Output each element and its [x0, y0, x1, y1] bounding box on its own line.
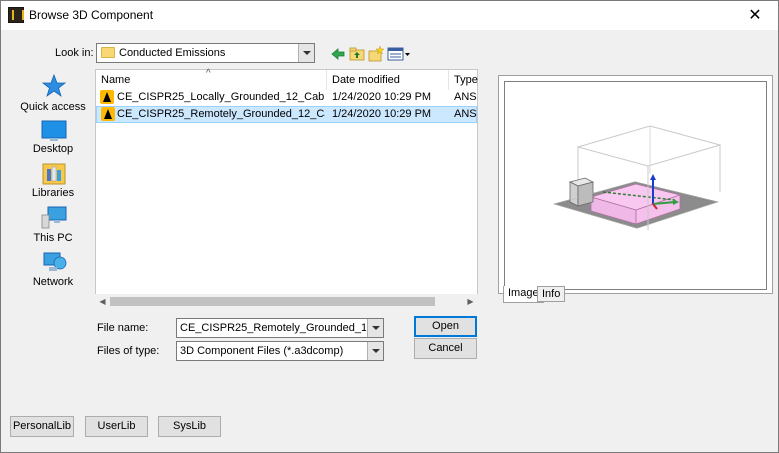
- tab-info[interactable]: Info: [537, 286, 566, 302]
- look-in-dropdown[interactable]: Conducted Emissions: [96, 43, 315, 63]
- file-type-cell: ANSY: [454, 91, 477, 103]
- file-name-label: File name:: [97, 322, 149, 334]
- column-header-type[interactable]: Type: [449, 70, 479, 90]
- place-libraries[interactable]: Libraries: [17, 161, 89, 201]
- place-label: Desktop: [32, 143, 74, 155]
- browse-3d-component-dialog: Browse 3D Component ✕ Look in: Conducted…: [0, 0, 779, 453]
- column-header-name[interactable]: Name ^: [96, 68, 327, 90]
- file-type-label: Files of type:: [97, 345, 160, 357]
- place-label: This PC: [33, 232, 73, 244]
- sort-ascending-icon: ^: [206, 68, 211, 79]
- file-name-combo[interactable]: CE_CISPR25_Remotely_Grounded_12_Cables: [176, 318, 384, 338]
- look-in-value: Conducted Emissions: [119, 47, 226, 59]
- place-label: Quick access: [20, 101, 86, 113]
- star-icon: [41, 73, 67, 98]
- user-lib-button[interactable]: UserLib: [85, 416, 148, 437]
- 3d-component-preview: [553, 125, 722, 230]
- file-type-combo[interactable]: 3D Component Files (*.a3dcomp): [176, 341, 384, 361]
- chevron-down-icon[interactable]: [298, 44, 314, 62]
- file-date-cell: 1/24/2020 10:29 PM: [332, 108, 432, 120]
- place-quick-access[interactable]: Quick access: [17, 71, 89, 115]
- network-icon: [43, 252, 67, 271]
- column-header-date[interactable]: Date modified: [327, 70, 449, 90]
- folder-icon: [101, 47, 115, 58]
- close-button[interactable]: ✕: [732, 1, 778, 30]
- back-arrow-icon[interactable]: [329, 45, 347, 63]
- file-type-value: 3D Component Files (*.a3dcomp): [180, 345, 344, 357]
- ansys-file-icon: [100, 90, 114, 104]
- view-menu-icon[interactable]: [387, 45, 411, 63]
- preview-image: [504, 81, 767, 290]
- title-bar: Browse 3D Component ✕: [1, 1, 778, 30]
- file-list[interactable]: Name ^ Date modified Type CE_CISPR25_Loc…: [95, 68, 479, 309]
- cancel-button[interactable]: Cancel: [414, 338, 477, 359]
- look-in-label: Look in:: [55, 47, 94, 59]
- chevron-down-icon[interactable]: [367, 342, 383, 360]
- ansys-app-icon: [8, 7, 24, 23]
- place-network[interactable]: Network: [17, 249, 89, 289]
- file-name-cell: CE_CISPR25_Locally_Grounded_12_Cables.a.…: [117, 91, 325, 103]
- up-folder-icon[interactable]: [348, 45, 366, 63]
- file-date-cell: 1/24/2020 10:29 PM: [332, 91, 432, 103]
- place-this-pc[interactable]: This PC: [17, 205, 89, 245]
- sys-lib-button[interactable]: SysLib: [158, 416, 221, 437]
- scroll-right-arrow-icon[interactable]: ▶: [463, 294, 478, 309]
- file-name-value[interactable]: CE_CISPR25_Remotely_Grounded_12_Cables: [180, 322, 366, 334]
- libraries-icon: [42, 163, 66, 185]
- ansys-file-icon: [101, 107, 115, 121]
- personal-lib-button[interactable]: PersonalLib: [10, 416, 74, 437]
- horizontal-scrollbar[interactable]: ◀ ▶: [95, 294, 478, 309]
- place-desktop[interactable]: Desktop: [17, 117, 89, 157]
- place-label: Network: [32, 276, 74, 288]
- file-row-selected[interactable]: CE_CISPR25_Remotely_Grounded_12_Cables..…: [96, 106, 477, 123]
- preview-panel: [498, 75, 773, 294]
- window-title: Browse 3D Component: [29, 8, 154, 22]
- computer-icon: [41, 206, 67, 229]
- place-label: Libraries: [31, 187, 75, 199]
- chevron-down-icon[interactable]: [367, 319, 383, 337]
- desktop-icon: [41, 120, 67, 141]
- open-button[interactable]: Open: [414, 316, 477, 337]
- scroll-left-arrow-icon[interactable]: ◀: [95, 294, 110, 309]
- new-folder-icon[interactable]: [367, 45, 385, 63]
- column-header-label: Name: [101, 74, 131, 86]
- file-row[interactable]: CE_CISPR25_Locally_Grounded_12_Cables.a.…: [96, 89, 477, 106]
- file-type-cell: ANSY: [454, 108, 477, 120]
- scrollbar-thumb[interactable]: [110, 297, 435, 306]
- file-name-cell: CE_CISPR25_Remotely_Grounded_12_Cables..…: [117, 108, 325, 120]
